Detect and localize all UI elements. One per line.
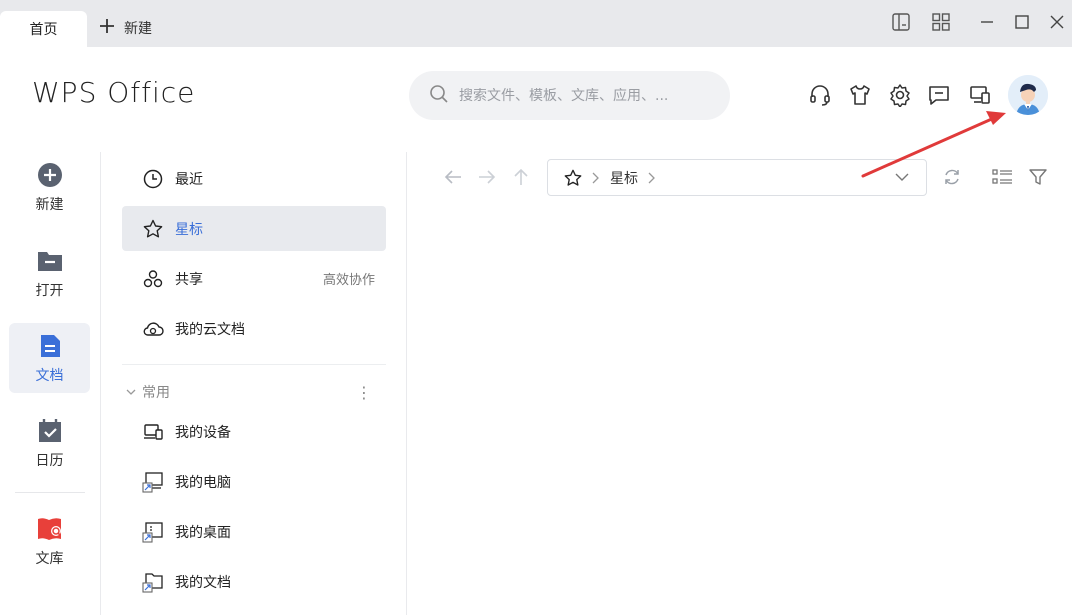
sidebar-item-shared[interactable]: 共享 高效协作 xyxy=(122,256,386,301)
nav-item-label: 新建 xyxy=(35,197,64,213)
sidebar-item-label: 我的文档 xyxy=(175,574,231,591)
filter-icon[interactable] xyxy=(1026,165,1050,189)
chevron-right-icon xyxy=(592,172,600,184)
sidebar-item-my-desktop[interactable]: 我的桌面 xyxy=(122,509,386,554)
left-nav: 新建 打开 文档 日历 文库 xyxy=(0,152,100,615)
avatar[interactable] xyxy=(1008,75,1048,115)
device-sync-icon[interactable] xyxy=(967,82,993,108)
close-icon[interactable] xyxy=(1045,10,1069,34)
sidebar-item-recent[interactable]: 最近 xyxy=(122,156,386,201)
sidebar-item-label: 我的设备 xyxy=(175,424,231,441)
sidebar-item-label: 最近 xyxy=(175,171,203,188)
headset-icon[interactable] xyxy=(807,82,833,108)
tshirt-icon[interactable] xyxy=(847,82,873,108)
collab-link[interactable]: 高效协作 xyxy=(323,269,375,288)
plus-circle-icon xyxy=(37,162,63,188)
divider xyxy=(122,364,386,365)
maximize-icon[interactable] xyxy=(1010,10,1034,34)
settings-icon[interactable] xyxy=(887,82,913,108)
sidebar-item-my-documents[interactable]: 我的文档 xyxy=(122,559,386,604)
more-options-icon[interactable]: ⋮ xyxy=(356,383,372,402)
sidebar-item-label: 我的桌面 xyxy=(175,524,231,541)
nav-item-label: 日历 xyxy=(35,453,64,469)
device-icon xyxy=(142,421,164,443)
sidebar-item-starred[interactable]: 星标 xyxy=(122,206,386,251)
search-input[interactable] xyxy=(459,87,709,104)
calendar-icon xyxy=(37,418,63,444)
document-icon xyxy=(37,333,63,359)
tab-new[interactable]: 新建 xyxy=(100,11,152,47)
list-view-icon[interactable] xyxy=(991,165,1015,189)
forward-arrow-icon[interactable] xyxy=(475,165,499,189)
nav-item-calendar[interactable]: 日历 xyxy=(9,408,90,478)
sidebar-item-my-computer[interactable]: 我的电脑 xyxy=(122,459,386,504)
path-bar[interactable]: 星标 xyxy=(547,159,927,196)
folder-icon xyxy=(37,248,63,274)
app-logo: WPS Office xyxy=(32,76,196,109)
message-icon[interactable] xyxy=(926,82,952,108)
plus-icon xyxy=(100,11,114,47)
nav-item-label: 打开 xyxy=(35,283,64,299)
chevron-right-icon xyxy=(648,172,656,184)
nav-item-new[interactable]: 新建 xyxy=(9,152,90,222)
tab-home[interactable]: 首页 xyxy=(0,11,87,47)
star-icon xyxy=(142,218,164,240)
star-icon xyxy=(564,169,582,187)
computer-shortcut-icon xyxy=(142,471,164,493)
nav-separator xyxy=(15,492,85,493)
divider xyxy=(406,152,407,615)
clock-icon xyxy=(142,168,164,190)
title-bar: 首页 新建 xyxy=(0,0,1072,47)
back-arrow-icon[interactable] xyxy=(441,165,465,189)
chevron-down-icon[interactable] xyxy=(894,169,910,189)
chevron-down-icon xyxy=(126,387,136,397)
grid-apps-icon[interactable] xyxy=(929,10,953,34)
refresh-icon[interactable] xyxy=(940,165,964,189)
divider xyxy=(100,152,101,615)
nav-item-documents[interactable]: 文档 xyxy=(9,323,90,393)
library-icon xyxy=(36,516,64,542)
minimize-icon[interactable] xyxy=(975,10,999,34)
section-header-common[interactable]: 常用 ⋮ xyxy=(126,381,386,403)
search-box[interactable] xyxy=(409,71,730,120)
nav-item-label: 文档 xyxy=(35,368,64,384)
sidebar-item-label: 星标 xyxy=(175,221,203,238)
sidebar-item-cloud-docs[interactable]: 我的云文档 xyxy=(122,306,386,351)
up-arrow-icon[interactable] xyxy=(509,165,533,189)
nav-item-library[interactable]: 文库 xyxy=(9,506,90,576)
tab-new-label: 新建 xyxy=(124,21,152,37)
nav-item-open[interactable]: 打开 xyxy=(9,238,90,308)
sidebar-item-my-device[interactable]: 我的设备 xyxy=(122,409,386,454)
cloud-icon xyxy=(142,318,164,340)
breadcrumb-starred[interactable]: 星标 xyxy=(610,168,638,188)
sidebar-toggle-icon[interactable] xyxy=(889,10,913,34)
search-icon xyxy=(429,84,449,108)
sidebar-item-label: 我的电脑 xyxy=(175,474,231,491)
documents-shortcut-icon xyxy=(142,571,164,593)
section-label: 常用 xyxy=(142,385,170,401)
sidebar-item-label: 共享 xyxy=(175,271,203,288)
share-icon xyxy=(142,268,164,290)
sidebar-item-label: 我的云文档 xyxy=(175,321,245,338)
nav-item-label: 文库 xyxy=(35,551,64,567)
desktop-shortcut-icon xyxy=(142,521,164,543)
